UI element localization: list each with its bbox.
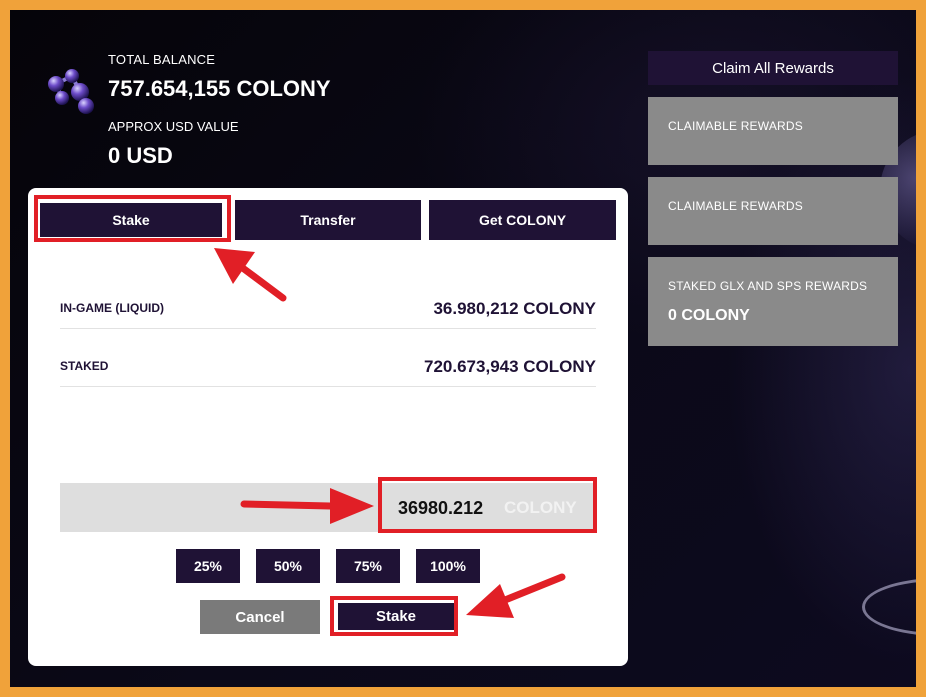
total-balance-value: 757.654,155 COLONY bbox=[108, 76, 331, 101]
ring-decoration bbox=[862, 578, 916, 636]
tab-transfer[interactable]: Transfer bbox=[235, 200, 421, 240]
staked-glx-sps-rewards-card: STAKED GLX AND SPS REWARDS 0 COLONY bbox=[648, 257, 898, 346]
stake-panel: Stake Transfer Get COLONY IN-GAME (LIQUI… bbox=[28, 188, 628, 666]
usd-value-label: APPROX USD VALUE bbox=[108, 119, 239, 134]
total-balance-label: TOTAL BALANCE bbox=[108, 52, 216, 67]
percent-100-button[interactable]: 100% bbox=[416, 549, 480, 583]
staked-balance-value: 720.673,943 COLONY bbox=[424, 357, 596, 376]
claimable-rewards-card: CLAIMABLE REWARDS bbox=[648, 177, 898, 245]
highlight-box-stake-button bbox=[330, 596, 458, 636]
percent-50-button[interactable]: 50% bbox=[256, 549, 320, 583]
highlight-box-stake-tab bbox=[34, 195, 231, 242]
liquid-balance-label: IN-GAME (LIQUID) bbox=[60, 301, 164, 315]
card-title: CLAIMABLE REWARDS bbox=[668, 119, 803, 133]
claim-all-rewards-button[interactable]: Claim All Rewards bbox=[648, 51, 898, 85]
tab-get-colony[interactable]: Get COLONY bbox=[429, 200, 616, 240]
colony-token-icon bbox=[48, 69, 94, 114]
card-title: CLAIMABLE REWARDS bbox=[668, 199, 803, 213]
card-value: 0 COLONY bbox=[668, 307, 750, 324]
claimable-rewards-card: CLAIMABLE REWARDS bbox=[648, 97, 898, 165]
liquid-balance-value: 36.980,212 COLONY bbox=[433, 299, 596, 318]
staked-balance-row: STAKED 720.673,943 COLONY bbox=[60, 346, 596, 387]
highlight-box-amount bbox=[378, 477, 597, 533]
usd-value: 0 USD bbox=[108, 143, 173, 168]
liquid-balance-row: IN-GAME (LIQUID) 36.980,212 COLONY bbox=[60, 288, 596, 329]
percent-75-button[interactable]: 75% bbox=[336, 549, 400, 583]
cancel-button[interactable]: Cancel bbox=[200, 600, 320, 634]
card-title: STAKED GLX AND SPS REWARDS bbox=[668, 279, 868, 293]
staked-balance-label: STAKED bbox=[60, 359, 109, 373]
percent-25-button[interactable]: 25% bbox=[176, 549, 240, 583]
